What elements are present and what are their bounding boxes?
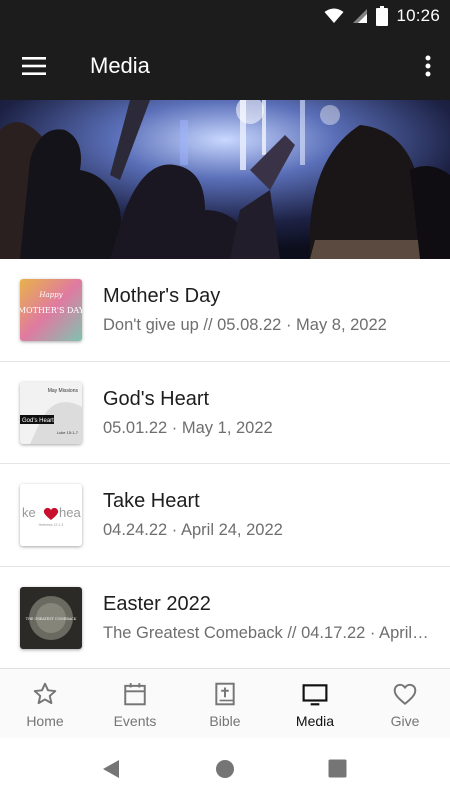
nav-tab-give[interactable]: Give bbox=[360, 669, 450, 738]
nav-label-home: Home bbox=[26, 713, 64, 729]
nav-label-give: Give bbox=[390, 713, 420, 729]
nav-tab-media[interactable]: Media bbox=[270, 669, 360, 738]
thumb-title-text: God's Heart bbox=[22, 418, 54, 424]
cellular-signal-icon bbox=[353, 9, 368, 23]
nav-tab-events[interactable]: Events bbox=[90, 669, 180, 738]
media-thumbnail: THE GREATEST COMEBACK bbox=[20, 586, 82, 649]
heart-icon bbox=[393, 683, 417, 705]
media-subtitle: 04.24.22 · April 24, 2022 bbox=[103, 521, 283, 539]
back-icon[interactable] bbox=[101, 759, 121, 779]
list-item[interactable]: May Missions God's Heart Luke 15:1-7 God… bbox=[0, 362, 450, 464]
hamburger-menu-icon bbox=[22, 57, 46, 75]
more-vertical-icon bbox=[425, 55, 431, 77]
media-thumbnail: ke hea Hebrews 12:1-3 bbox=[20, 484, 82, 546]
thumb-ref-text: Luke 15:1-7 bbox=[57, 430, 79, 435]
wifi-icon bbox=[324, 8, 344, 23]
media-title: Mother's Day bbox=[103, 285, 221, 307]
media-title: Take Heart bbox=[103, 490, 200, 512]
nav-tab-bible[interactable]: Bible bbox=[180, 669, 270, 738]
bottom-navigation: Home Events Bible Media Give bbox=[0, 668, 450, 738]
bible-icon bbox=[215, 682, 235, 706]
app-bar: Media bbox=[0, 32, 450, 100]
battery-icon bbox=[376, 6, 389, 26]
media-subtitle: The Greatest Comeback // 04.17.22 · Apri… bbox=[103, 623, 433, 642]
media-thumbnail: May Missions God's Heart Luke 15:1-7 bbox=[20, 381, 82, 444]
media-title: Easter 2022 bbox=[103, 592, 211, 615]
thumb-top-text: May Missions bbox=[48, 388, 79, 394]
hero-banner-image bbox=[0, 100, 450, 259]
nav-label-media: Media bbox=[295, 713, 335, 729]
list-item[interactable]: THE GREATEST COMEBACK Easter 2022 The Gr… bbox=[0, 567, 450, 669]
overflow-menu-button[interactable] bbox=[416, 46, 440, 86]
thumb-text-right: hea bbox=[59, 505, 81, 520]
recents-square-icon[interactable] bbox=[328, 759, 347, 778]
nav-label-bible: Bible bbox=[209, 713, 241, 729]
thumb-text-left: ke bbox=[22, 505, 36, 520]
tv-icon bbox=[302, 684, 328, 706]
star-icon bbox=[33, 682, 57, 705]
status-icons: 10:26 bbox=[324, 0, 440, 32]
media-thumbnail: Happy MOTHER'S DAY bbox=[20, 279, 82, 341]
home-circle-icon[interactable] bbox=[215, 759, 235, 779]
status-bar: 10:26 bbox=[0, 0, 450, 32]
thumb-title-text: MOTHER'S DAY bbox=[20, 306, 82, 315]
page-title: Media bbox=[90, 53, 150, 78]
nav-tab-home[interactable]: Home bbox=[0, 669, 90, 738]
thumb-title-text: THE GREATEST COMEBACK bbox=[26, 617, 77, 621]
menu-button[interactable] bbox=[14, 46, 54, 86]
list-item[interactable]: ke hea Hebrews 12:1-3 Take Heart 04.24.2… bbox=[0, 464, 450, 567]
media-subtitle: 05.01.22 · May 1, 2022 bbox=[103, 418, 273, 437]
thumb-ref-text: Hebrews 12:1-3 bbox=[39, 523, 64, 527]
media-subtitle: Don't give up // 05.08.22 · May 8, 2022 bbox=[103, 316, 387, 334]
media-title: God's Heart bbox=[103, 387, 210, 410]
thumb-script-text: Happy bbox=[38, 291, 63, 299]
calendar-icon bbox=[124, 683, 146, 706]
media-list: Happy MOTHER'S DAY Mother's Day Don't gi… bbox=[0, 259, 450, 669]
list-item[interactable]: Happy MOTHER'S DAY Mother's Day Don't gi… bbox=[0, 259, 450, 362]
system-navigation-bar bbox=[0, 738, 450, 800]
status-time: 10:26 bbox=[396, 6, 440, 25]
nav-label-events: Events bbox=[113, 713, 157, 729]
